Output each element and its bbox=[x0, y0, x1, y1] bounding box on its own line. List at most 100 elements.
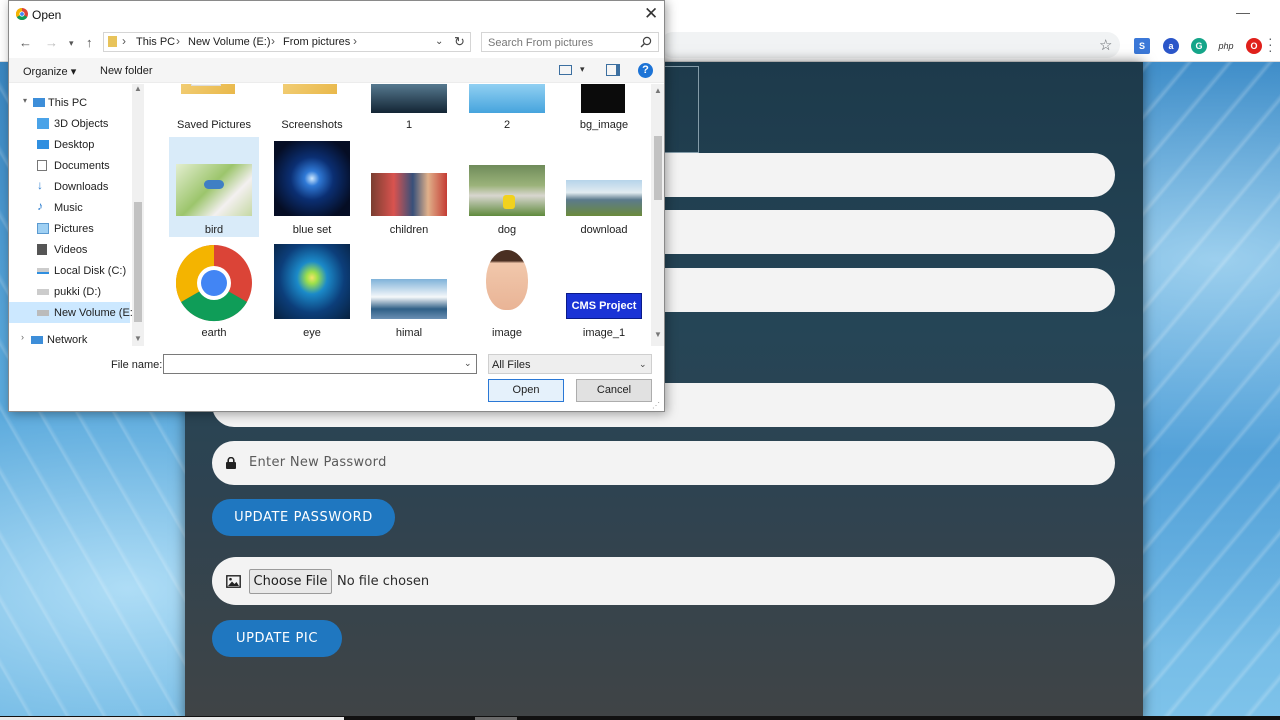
file-name: 1 bbox=[405, 119, 413, 131]
file-item[interactable]: download bbox=[559, 137, 649, 237]
update-pic-button[interactable]: UPDATE PIC bbox=[212, 620, 342, 657]
pictures-icon bbox=[37, 223, 49, 234]
image-thumbnail bbox=[581, 84, 625, 113]
image-thumbnail bbox=[371, 84, 447, 113]
address-bar[interactable] bbox=[660, 32, 1120, 58]
bookmark-star-icon[interactable]: ☆ bbox=[1099, 36, 1112, 54]
nav-item-downloads[interactable]: ↓ Downloads bbox=[9, 176, 130, 197]
image-thumbnail bbox=[566, 180, 642, 216]
nav-item-this-pc[interactable]: ▾ This PC bbox=[9, 92, 130, 113]
chevron-down-icon[interactable]: ⌄ bbox=[435, 36, 443, 47]
image-thumbnail bbox=[274, 141, 350, 216]
file-name: dog bbox=[497, 224, 517, 236]
nav-item-music[interactable]: ♪ Music bbox=[9, 197, 130, 218]
file-scrollbar-thumb[interactable] bbox=[654, 136, 662, 200]
refresh-icon[interactable]: ↻ bbox=[454, 34, 465, 50]
recent-locations-icon[interactable]: ▾ bbox=[69, 38, 74, 49]
nav-scrollbar-thumb[interactable] bbox=[134, 202, 142, 322]
nav-item-local-disk-c[interactable]: Local Disk (C:) bbox=[9, 260, 130, 281]
back-arrow-icon[interactable]: ← bbox=[19, 35, 32, 50]
a-icon[interactable]: a bbox=[1163, 38, 1179, 54]
search-placeholder: Search From pictures bbox=[488, 37, 594, 49]
chevron-down-icon[interactable]: ▾ bbox=[23, 96, 27, 105]
opera-icon[interactable]: O bbox=[1246, 38, 1262, 54]
nav-item-new-volume-e[interactable]: New Volume (E:) bbox=[9, 302, 137, 323]
network-icon bbox=[31, 336, 43, 344]
open-button[interactable]: Open bbox=[488, 379, 564, 402]
nav-item-desktop[interactable]: Desktop bbox=[9, 134, 130, 155]
scroll-down-icon[interactable]: ▼ bbox=[134, 334, 142, 343]
file-item[interactable]: himal bbox=[364, 240, 454, 340]
folder-icon bbox=[283, 84, 337, 94]
s-icon[interactable]: S bbox=[1134, 38, 1150, 54]
file-item[interactable]: children bbox=[364, 137, 454, 237]
choose-file-button[interactable]: Choose File bbox=[249, 569, 332, 594]
chevron-down-icon[interactable]: ⌄ bbox=[464, 358, 472, 369]
file-item[interactable]: image bbox=[462, 240, 552, 340]
file-item[interactable]: blue set bbox=[267, 137, 357, 237]
file-name: blue set bbox=[292, 224, 332, 236]
file-item[interactable]: eye bbox=[267, 240, 357, 340]
resize-grip-icon[interactable]: ⋰ bbox=[652, 401, 660, 410]
help-icon[interactable]: ? bbox=[638, 63, 653, 78]
path-bar[interactable]: › This PC › New Volume (E:) › From pictu… bbox=[103, 32, 471, 52]
close-icon[interactable]: ✕ bbox=[644, 4, 658, 24]
lock-icon bbox=[226, 457, 236, 469]
breadcrumb-this-pc[interactable]: This PC bbox=[136, 36, 175, 48]
scroll-up-icon[interactable]: ▲ bbox=[134, 84, 142, 93]
nav-scrollbar[interactable]: ▲ ▼ bbox=[132, 84, 144, 346]
file-scrollbar[interactable]: ▲ ▼ bbox=[651, 84, 664, 346]
video-icon bbox=[37, 244, 47, 255]
image-thumbnail bbox=[469, 165, 545, 216]
scroll-down-icon[interactable]: ▼ bbox=[654, 330, 662, 339]
file-item[interactable]: CMS Project image_1 bbox=[559, 240, 649, 340]
minimize-button[interactable]: — bbox=[1236, 4, 1250, 20]
file-name: eye bbox=[303, 327, 321, 339]
nav-item-label: pukki (D:) bbox=[54, 286, 102, 298]
nav-item-label: Documents bbox=[54, 160, 110, 172]
file-item[interactable]: bird bbox=[169, 137, 259, 237]
nav-item-3d-objects[interactable]: 3D Objects bbox=[9, 113, 130, 134]
file-type-select[interactable]: All Files ⌄ bbox=[488, 354, 652, 374]
organize-button[interactable]: Organize ▾ bbox=[23, 65, 76, 78]
file-item[interactable]: dog bbox=[462, 137, 552, 237]
nav-item-pictures[interactable]: Pictures bbox=[9, 218, 130, 239]
nav-item-documents[interactable]: Documents bbox=[9, 155, 130, 176]
php-icon[interactable]: php bbox=[1215, 38, 1237, 54]
cancel-button[interactable]: Cancel bbox=[576, 379, 652, 402]
search-input[interactable]: Search From pictures bbox=[481, 32, 659, 52]
breadcrumb-from-pictures[interactable]: From pictures bbox=[283, 36, 350, 48]
forward-arrow-icon[interactable]: → bbox=[45, 35, 58, 50]
file-name-input[interactable]: ⌄ bbox=[163, 354, 477, 374]
file-item[interactable]: Saved Pictures bbox=[169, 84, 259, 132]
desktop-icon bbox=[37, 140, 49, 149]
nav-item-pukki-d[interactable]: pukki (D:) bbox=[9, 281, 130, 302]
browser-menu-icon[interactable]: · · · bbox=[1268, 31, 1273, 57]
nav-item-label: New Volume (E:) bbox=[54, 307, 137, 319]
new-folder-button[interactable]: New folder bbox=[100, 65, 153, 77]
chevron-right-icon[interactable]: › bbox=[176, 34, 180, 48]
file-name: image bbox=[492, 327, 522, 339]
file-item[interactable]: 2 bbox=[462, 84, 552, 132]
update-password-button[interactable]: UPDATE PASSWORD bbox=[212, 499, 395, 536]
file-item[interactable]: bg_image bbox=[559, 84, 649, 132]
nav-item-videos[interactable]: Videos bbox=[9, 239, 130, 260]
change-view-icon[interactable] bbox=[559, 65, 572, 75]
file-item[interactable]: earth bbox=[169, 240, 259, 340]
chevron-down-icon[interactable]: ▾ bbox=[580, 64, 585, 75]
file-name: earth bbox=[201, 327, 227, 339]
grammarly-icon[interactable]: G bbox=[1191, 38, 1207, 54]
breadcrumb-new-volume[interactable]: New Volume (E:) bbox=[188, 36, 271, 48]
preview-pane-icon[interactable] bbox=[606, 64, 620, 76]
nav-item-network[interactable]: › Network bbox=[9, 329, 130, 350]
chevron-right-icon[interactable]: › bbox=[21, 332, 24, 342]
file-name: bg_image bbox=[579, 119, 629, 131]
file-item[interactable]: 1 bbox=[364, 84, 454, 132]
scroll-up-icon[interactable]: ▲ bbox=[654, 86, 662, 95]
chevron-right-icon[interactable]: › bbox=[353, 34, 357, 48]
file-item[interactable]: Screenshots bbox=[267, 84, 357, 132]
chevron-right-icon[interactable]: › bbox=[271, 34, 275, 48]
no-file-chosen-text: No file chosen bbox=[337, 574, 430, 589]
up-arrow-icon[interactable]: ↑ bbox=[86, 35, 93, 50]
chevron-right-icon[interactable]: › bbox=[122, 34, 126, 48]
